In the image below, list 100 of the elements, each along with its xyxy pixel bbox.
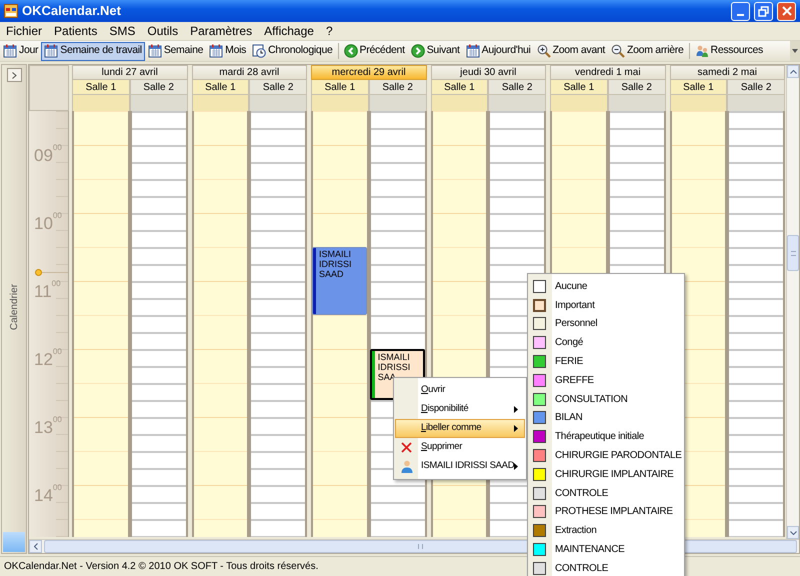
room-header: Salle 1 <box>192 80 250 95</box>
toolbar-button[interactable]: Précédent <box>340 42 408 60</box>
zoom-out-icon <box>611 44 626 58</box>
people-icon <box>694 44 709 58</box>
person-icon <box>400 460 412 473</box>
menu-item[interactable]: CHIRURGIE PARODONTALE <box>528 446 684 465</box>
close-icon <box>782 6 792 16</box>
menu-item[interactable]: Congé <box>528 333 684 352</box>
room-header: Salle 2 <box>727 80 785 95</box>
calendar-icon <box>209 44 224 58</box>
toolbar-button[interactable]: Ressources <box>692 42 766 60</box>
all-day-cell[interactable] <box>670 95 728 111</box>
room-header: Salle 2 <box>249 80 307 95</box>
menu-item[interactable]: CONTROLE <box>528 484 684 503</box>
submenu-arrow-icon <box>514 425 518 432</box>
scroll-down-button[interactable] <box>787 526 799 539</box>
caret-icon <box>792 49 798 53</box>
room-header: Salle 1 <box>430 80 488 95</box>
toolbar-button[interactable]: Jour <box>0 42 42 60</box>
restore-button[interactable] <box>754 2 773 20</box>
all-day-cell[interactable] <box>727 95 785 111</box>
appointment-text: ISMAILI IDRISSI SAAD <box>318 248 353 281</box>
toolbar-button[interactable]: Semaine <box>144 42 206 60</box>
room-column[interactable]: ISMAILI IDRISSI SAAD <box>311 111 369 537</box>
day-header[interactable]: samedi 2 mai <box>670 65 785 80</box>
room-header: Salle 2 <box>608 80 666 95</box>
side-panel-title: Calendrier <box>8 284 20 330</box>
menu-item[interactable]: Outils <box>141 22 184 40</box>
day-header[interactable]: mercredi 29 avril <box>311 65 426 80</box>
toolbar-button[interactable]: Zoom arrière <box>608 42 687 60</box>
chevron-down-icon <box>790 530 796 534</box>
menu-item[interactable]: Important <box>528 296 684 315</box>
vertical-scrollbar[interactable] <box>786 65 799 539</box>
menu-item[interactable]: PROTHESE IMPLANTAIRE <box>528 502 684 522</box>
submenu-arrow-icon <box>514 463 518 470</box>
calendar-icon <box>3 44 17 58</box>
restore-icon <box>758 6 769 16</box>
minimize-button[interactable] <box>731 2 750 20</box>
room-header: Salle 1 <box>311 80 369 95</box>
day-header[interactable]: jeudi 30 avril <box>430 65 546 80</box>
menu-item[interactable]: CONTROLE <box>528 558 684 576</box>
chevron-left-icon <box>34 543 38 550</box>
menu-item[interactable]: Affichage <box>258 22 320 40</box>
menu-item[interactable]: SMS <box>103 22 142 40</box>
clock-icon <box>252 44 266 58</box>
all-day-cell[interactable] <box>192 95 250 111</box>
expand-button[interactable] <box>6 68 22 82</box>
menu-item[interactable]: Libeller comme <box>395 419 525 438</box>
room-header: Salle 1 <box>670 80 728 95</box>
all-day-cell[interactable] <box>368 95 426 111</box>
room-header: Salle 2 <box>130 80 188 95</box>
all-day-cell[interactable] <box>550 95 608 111</box>
submenu-arrow-icon <box>514 406 518 413</box>
calendar-icon <box>466 44 480 58</box>
all-day-cell[interactable] <box>72 95 130 111</box>
all-day-cell[interactable] <box>311 95 369 111</box>
all-day-cell[interactable] <box>430 95 488 111</box>
toolbar-button[interactable]: Mois <box>206 42 250 60</box>
menu-item[interactable]: Paramètres <box>184 22 258 40</box>
day-header[interactable]: vendredi 1 mai <box>550 65 666 80</box>
toolbar-button[interactable]: Semaine de travail <box>41 42 145 60</box>
scroll-up-button[interactable] <box>787 65 799 78</box>
all-day-cell[interactable] <box>249 95 307 111</box>
appointment[interactable]: ISMAILI IDRISSI SAAD <box>312 247 367 315</box>
all-day-cell[interactable] <box>488 95 546 111</box>
menu-item[interactable]: BILAN <box>528 408 684 428</box>
menu-item[interactable]: Aucune <box>528 277 684 296</box>
delete-icon <box>401 442 412 453</box>
toolbar-button[interactable]: Chronologique <box>249 42 336 60</box>
menu-item[interactable]: ? <box>320 22 339 40</box>
toolbar-overflow-button[interactable] <box>790 41 800 61</box>
menu-item[interactable]: MAINTENANCE <box>528 540 684 559</box>
scroll-left-button[interactable] <box>29 540 42 553</box>
toolbar-button[interactable]: Suivant <box>408 42 463 60</box>
all-day-cell[interactable] <box>608 95 666 111</box>
menu-item[interactable]: Thérapeutique initiale <box>528 427 684 446</box>
toolbar-button[interactable]: Zoom avant <box>534 42 608 60</box>
menu-item[interactable]: Extraction <box>528 521 684 540</box>
day-header[interactable]: mardi 28 avril <box>192 65 307 80</box>
menu-item[interactable]: GREFFE <box>528 370 684 390</box>
close-button[interactable] <box>777 2 796 20</box>
all-day-cell[interactable] <box>130 95 188 111</box>
menu-item[interactable]: FERIE <box>528 352 684 371</box>
calendar-icon <box>44 44 58 58</box>
app-icon <box>4 4 18 18</box>
day-header[interactable]: lundi 27 avril <box>72 65 188 80</box>
menu-item[interactable]: CHIRURGIE IMPLANTAIRE <box>528 464 684 484</box>
status-text: OKCalendar.Net - Version 4.2 © 2010 OK SOFT - Tous droits réservés. <box>4 560 318 574</box>
room-header: Salle 2 <box>368 80 426 95</box>
current-time-marker <box>35 269 68 276</box>
menu-item[interactable]: Personnel <box>528 314 684 334</box>
zoom-in-icon <box>536 44 551 58</box>
room-header: Salle 2 <box>488 80 546 95</box>
chevron-right-icon <box>12 72 16 78</box>
menu-item[interactable]: Fichier <box>0 22 48 40</box>
calendar-icon <box>148 44 162 58</box>
toolbar-button[interactable]: Aujourd'hui <box>462 42 534 60</box>
scroll-thumb[interactable] <box>787 235 799 271</box>
menu-item[interactable]: Patients <box>48 22 104 40</box>
menu-item[interactable]: CONSULTATION <box>528 390 684 409</box>
